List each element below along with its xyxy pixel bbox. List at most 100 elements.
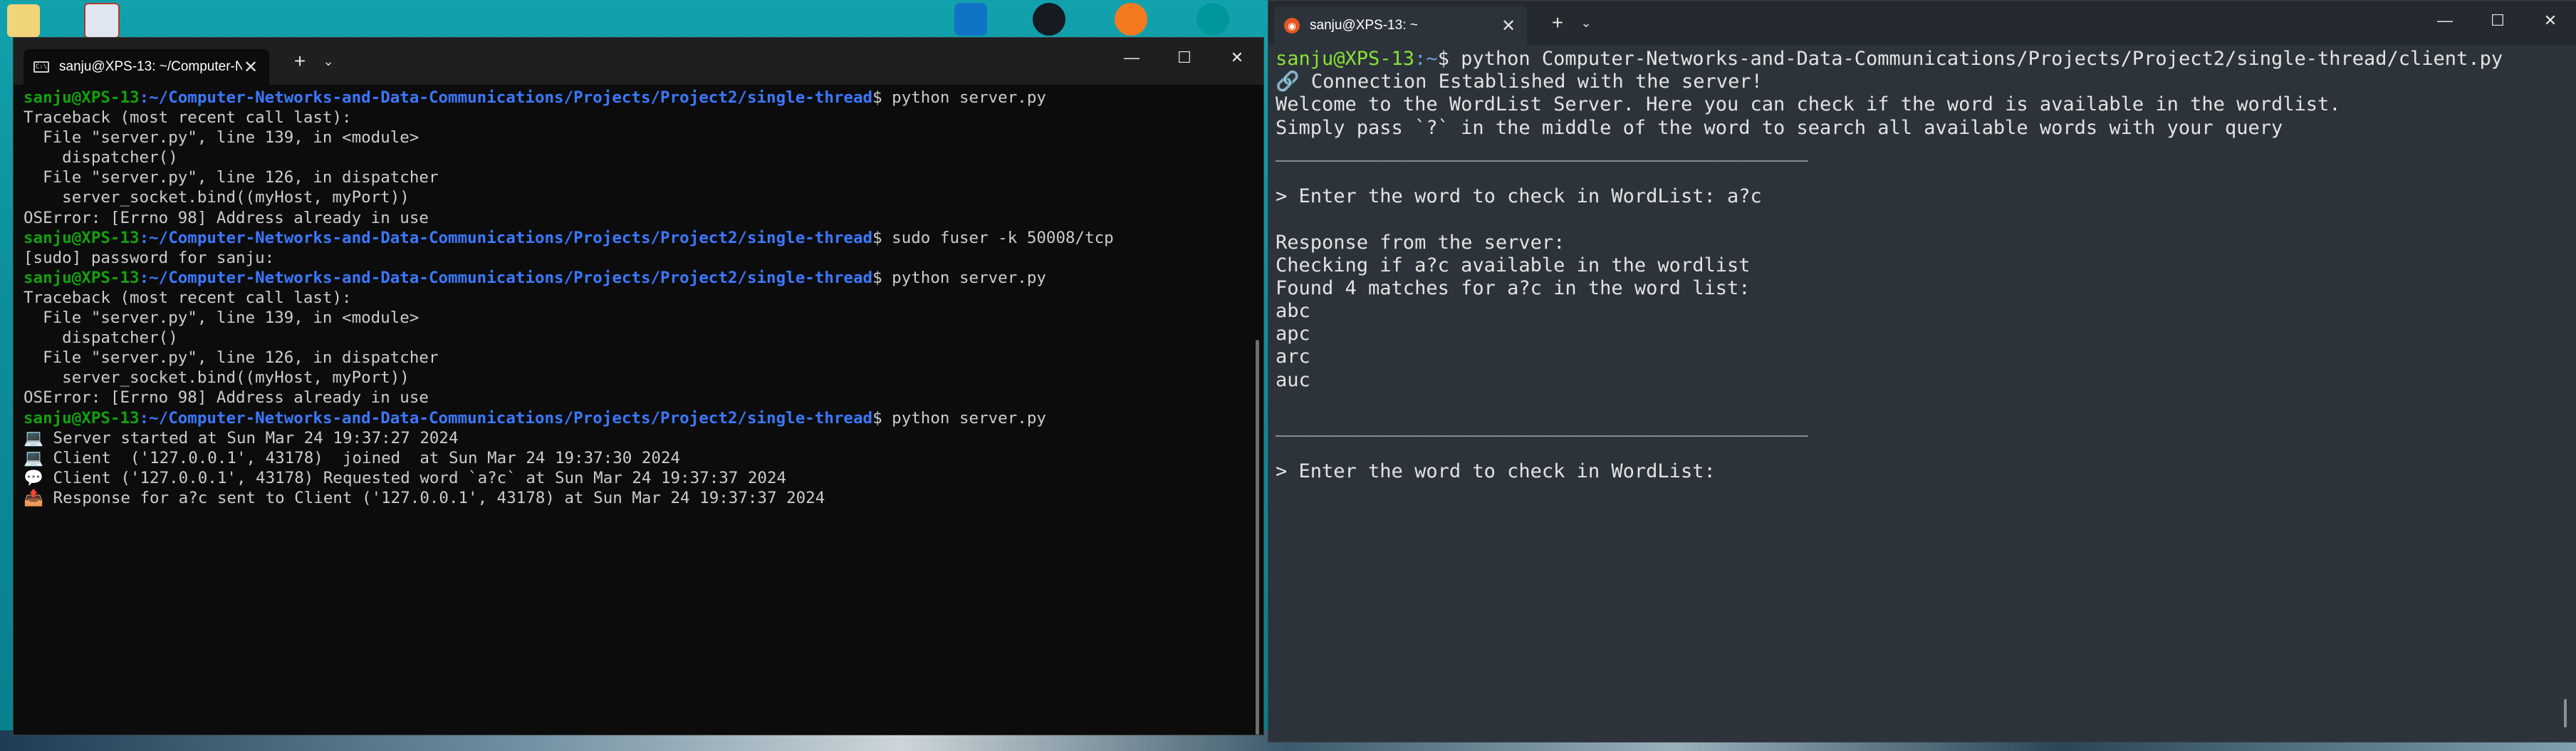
right-maximize-button[interactable]: ☐: [2471, 1, 2524, 41]
terminal-line: server_socket.bind((myHost, myPort)): [24, 187, 1114, 207]
prompt-user: sanju@XPS-13: [24, 268, 140, 287]
line-text: server_socket.bind((myHost, myPort)): [24, 188, 410, 207]
line-text: File "server.py", line 126, in dispatche…: [24, 348, 439, 368]
line-text: apc: [1276, 323, 1310, 346]
terminal-line: arc: [1276, 346, 2503, 368]
line-text: Welcome to the WordList Server. Here you…: [1276, 93, 2341, 116]
terminal-line: File "server.py", line 139, in <module>: [24, 308, 1114, 328]
right-scrollbar[interactable]: [2564, 699, 2567, 727]
terminal-line: 💻 Server started at Sun Mar 24 19:37:27 …: [24, 428, 1114, 448]
line-text: arc: [1276, 346, 1310, 368]
line-text: 🔗 Connection Established with the server…: [1276, 71, 1763, 93]
left-terminal-output[interactable]: sanju@XPS-13:~/Computer-Networks-and-Dat…: [24, 88, 1114, 508]
line-text: > Enter the word to check in WordList:: [1276, 460, 1716, 483]
right-tab-close-icon[interactable]: ✕: [1500, 16, 1517, 36]
line-text: auc: [1276, 368, 1310, 391]
right-new-tab-button[interactable]: +: [1540, 11, 1575, 34]
line-text: ________________________________________…: [1276, 415, 1808, 437]
line-text: OSError: [Errno 98] Address already in u…: [24, 208, 429, 227]
terminal-line: ________________________________________…: [1276, 415, 2503, 437]
line-text: $ sudo fuser -k 50008/tcp: [872, 228, 1114, 247]
terminal-line: server_socket.bind((myHost, myPort)): [24, 368, 1114, 388]
line-text: > Enter the word to check in WordList: a…: [1276, 185, 1762, 208]
right-close-button[interactable]: ✕: [2524, 1, 2576, 41]
line-text: ________________________________________…: [1276, 139, 1808, 162]
line-text: [sudo] password for sanju:: [24, 248, 275, 267]
arduino-icon[interactable]: [1196, 3, 1229, 36]
prompt-user: sanju@XPS-13: [24, 408, 140, 428]
github-icon[interactable]: [1033, 3, 1065, 36]
right-tab-title: sanju@XPS-13: ~: [1310, 18, 1418, 33]
line-text: abc: [1276, 300, 1310, 323]
line-text: dispatcher(): [24, 328, 178, 348]
folder-icon[interactable]: [7, 4, 40, 37]
git-app-icon[interactable]: [1115, 3, 1147, 36]
terminal-line: Traceback (most recent call last):: [24, 288, 1114, 308]
terminal-line: ________________________________________…: [1276, 140, 2503, 162]
prompt-path: :~: [1414, 48, 1438, 70]
terminal-line: 💬 Client ('127.0.0.1', 43178) Requested …: [24, 468, 1114, 488]
left-window-controls: — ☐ ✕: [1105, 38, 1263, 78]
prompt-path: :~/Computer-Networks-and-Data-Communicat…: [139, 228, 873, 247]
vscode-icon[interactable]: [954, 3, 987, 36]
left-maximize-button[interactable]: ☐: [1158, 38, 1211, 78]
terminal-line: > Enter the word to check in WordList:: [1276, 460, 2503, 483]
left-scrollbar[interactable]: [1256, 340, 1259, 735]
terminal-line: Found 4 matches for a?c in the word list…: [1276, 277, 2503, 300]
terminal-line: dispatcher(): [24, 147, 1114, 167]
prompt-user: sanju@XPS-13: [24, 228, 140, 247]
line-text: server_socket.bind((myHost, myPort)): [24, 368, 410, 388]
line-text: $ python server.py: [872, 268, 1046, 287]
right-terminal-output[interactable]: sanju@XPS-13:~$ python Computer-Networks…: [1276, 48, 2503, 484]
terminal-line: File "server.py", line 139, in <module>: [24, 128, 1114, 147]
right-titlebar: ◉ sanju@XPS-13: ~ ✕ + ⌄ — ☐ ✕: [1268, 1, 2576, 45]
terminal-line: 🔗 Connection Established with the server…: [1276, 71, 2503, 93]
line-text: $ python server.py: [872, 408, 1046, 428]
terminal-line: [sudo] password for sanju:: [24, 248, 1114, 268]
line-text: dispatcher(): [24, 148, 178, 167]
line-text: File "server.py", line 126, in dispatche…: [24, 168, 439, 187]
line-text: Traceback (most recent call last):: [24, 108, 352, 128]
terminal-icon: C:\: [33, 61, 49, 73]
right-tab-dropdown-icon[interactable]: ⌄: [1575, 16, 1597, 31]
terminal-line: apc: [1276, 323, 2503, 346]
line-text: 💻 Server started at Sun Mar 24 19:37:27 …: [24, 428, 459, 447]
terminal-line: Welcome to the WordList Server. Here you…: [1276, 93, 2503, 116]
right-tab[interactable]: ◉ sanju@XPS-13: ~ ✕: [1274, 6, 1527, 45]
line-text: 💬 Client ('127.0.0.1', 43178) Requested …: [24, 468, 787, 487]
line-text: $ python server.py: [872, 88, 1046, 107]
left-tab[interactable]: C:\ sanju@XPS-13: ~/Computer-N ✕: [24, 49, 269, 85]
terminal-line: auc: [1276, 369, 2503, 392]
prompt-path: :~/Computer-Networks-and-Data-Communicat…: [139, 408, 873, 428]
monitor-app-icon[interactable]: [84, 3, 120, 38]
terminal-line: File "server.py", line 126, in dispatche…: [24, 167, 1114, 187]
left-tab-close-icon[interactable]: ✕: [242, 57, 259, 78]
terminal-line: sanju@XPS-13:~/Computer-Networks-and-Dat…: [24, 228, 1114, 248]
terminal-line: Response from the server:: [1276, 232, 2503, 254]
terminal-line: > Enter the word to check in WordList: a…: [1276, 185, 2503, 208]
line-text: File "server.py", line 139, in <module>: [24, 309, 419, 328]
left-titlebar: C:\ sanju@XPS-13: ~/Computer-N ✕ + ⌄ — ☐…: [14, 38, 1263, 85]
right-minimize-button[interactable]: —: [2419, 1, 2471, 41]
prompt-path: :~/Computer-Networks-and-Data-Communicat…: [139, 88, 873, 107]
terminal-line: sanju@XPS-13:~$ python Computer-Networks…: [1276, 48, 2503, 71]
ubuntu-icon: ◉: [1284, 18, 1300, 33]
terminal-line: dispatcher(): [24, 328, 1114, 348]
terminal-line: OSError: [Errno 98] Address already in u…: [24, 388, 1114, 408]
left-tab-dropdown-icon[interactable]: ⌄: [318, 54, 339, 69]
right-window-controls: — ☐ ✕: [2419, 1, 2576, 41]
terminal-line: OSError: [Errno 98] Address already in u…: [24, 208, 1114, 228]
line-text: Found 4 matches for a?c in the word list…: [1276, 276, 1751, 299]
line-text: $ python Computer-Networks-and-Data-Comm…: [1437, 48, 2503, 70]
terminal-line: sanju@XPS-13:~/Computer-Networks-and-Dat…: [24, 268, 1114, 288]
left-close-button[interactable]: ✕: [1211, 38, 1263, 78]
line-text: OSError: [Errno 98] Address already in u…: [24, 388, 429, 408]
terminal-line: sanju@XPS-13:~/Computer-Networks-and-Dat…: [24, 408, 1114, 428]
terminal-line: Checking if a?c available in the wordlis…: [1276, 254, 2503, 277]
right-terminal-window: ◉ sanju@XPS-13: ~ ✕ + ⌄ — ☐ ✕ sanju@XPS-…: [1268, 0, 2576, 742]
left-new-tab-button[interactable]: +: [282, 50, 318, 73]
prompt-path: :~/Computer-Networks-and-Data-Communicat…: [139, 268, 873, 287]
left-minimize-button[interactable]: —: [1105, 38, 1158, 78]
